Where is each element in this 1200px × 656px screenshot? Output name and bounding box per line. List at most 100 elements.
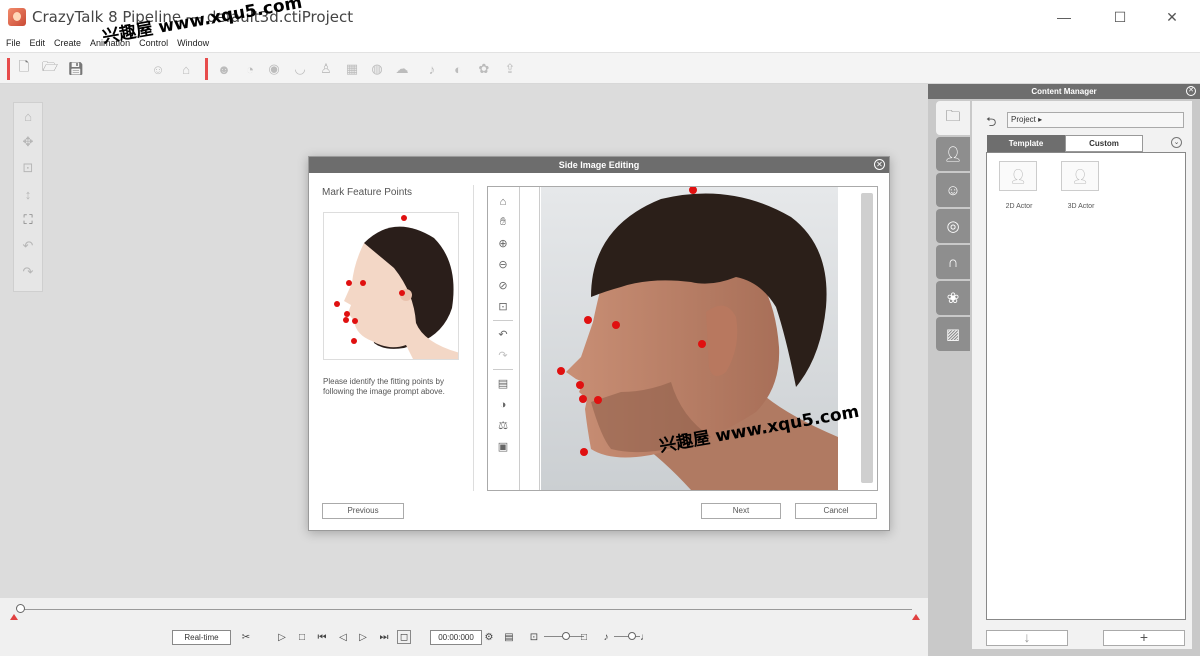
zoom-view-icon[interactable]: ⊡ xyxy=(528,630,540,644)
redo-icon[interactable]: ↷ xyxy=(488,345,518,366)
tab-template[interactable]: Template xyxy=(987,135,1065,152)
menu-create[interactable]: Create xyxy=(54,38,81,48)
volume-slider-track[interactable] xyxy=(614,636,640,637)
range-start-marker[interactable] xyxy=(10,614,18,620)
range-end-marker[interactable] xyxy=(912,614,920,620)
new-file-icon[interactable]: 🗋 xyxy=(14,59,34,79)
view-toolbar: ⌂ ✥ ⊡ ↕ ⛶ ↶ ↷ xyxy=(13,102,43,292)
toolbar-separator xyxy=(493,369,513,370)
export-icon[interactable]: ⇪ xyxy=(500,59,520,79)
fit-height-icon[interactable]: ↕ xyxy=(14,181,42,207)
frame-list-icon[interactable]: ▤ xyxy=(503,630,515,644)
pan-hand-icon[interactable]: ✋︎ xyxy=(488,212,518,233)
head-icon[interactable]: ◔ xyxy=(240,59,260,79)
zoom-end-icon: □ xyxy=(580,631,588,643)
realtime-button[interactable]: Real-time xyxy=(172,630,231,645)
crop-icon[interactable]: ▣ xyxy=(488,436,518,457)
character-tab[interactable]: ☺ xyxy=(936,173,970,207)
back-icon[interactable]: ⮌ xyxy=(986,113,996,135)
dialog-title: Side Image Editing xyxy=(558,160,640,170)
open-folder-icon[interactable]: 🗁 xyxy=(40,59,60,79)
stop-icon[interactable]: □ xyxy=(296,630,308,644)
fullscreen-icon[interactable]: ⛶ xyxy=(14,207,42,233)
undo-icon[interactable]: ↶ xyxy=(488,324,518,345)
menu-file[interactable]: File xyxy=(6,38,21,48)
maximize-button[interactable]: ☐ xyxy=(1092,0,1148,34)
timeline-track[interactable] xyxy=(20,609,912,610)
play-icon[interactable]: ▷ xyxy=(276,630,288,644)
cancel-button[interactable]: Cancel xyxy=(795,503,877,519)
mask-icon[interactable]: ◍ xyxy=(367,59,387,79)
content-manager-close-button[interactable]: ✕ xyxy=(1186,86,1196,96)
reference-image xyxy=(323,212,459,360)
background-icon[interactable]: ☁ xyxy=(392,59,412,79)
accessory-tab[interactable]: ❀ xyxy=(936,281,970,315)
zoom-icon[interactable]: ⊡ xyxy=(14,155,42,181)
hair-tab[interactable]: ∩ xyxy=(936,245,970,279)
brightness-icon[interactable]: ▤ xyxy=(488,373,518,394)
image-tab[interactable]: ▨ xyxy=(936,317,970,351)
last-frame-icon[interactable]: ⏭ xyxy=(378,630,390,644)
menu-edit[interactable]: Edit xyxy=(30,38,46,48)
loop-icon[interactable]: ◻ xyxy=(397,630,411,644)
minimize-button[interactable]: — xyxy=(1036,0,1092,34)
editor-scrollbar[interactable] xyxy=(861,193,873,483)
face-tab[interactable]: ◎ xyxy=(936,209,970,243)
previous-frame-icon[interactable]: ◁ xyxy=(337,630,349,644)
volume-mute-icon[interactable]: ♪ xyxy=(600,630,612,644)
zoom-in-icon[interactable]: ⊕ xyxy=(488,233,518,254)
reset-zoom-icon[interactable]: ⊘ xyxy=(488,275,518,296)
next-button[interactable]: Next xyxy=(701,503,781,519)
actor-icon[interactable]: ☺ xyxy=(148,59,168,79)
face-fitting-icon[interactable]: ☻ xyxy=(214,59,234,79)
dialog-close-button[interactable]: ✕ xyxy=(874,159,885,170)
eye-icon[interactable]: ◉ xyxy=(264,59,284,79)
path-breadcrumb[interactable]: Project ▸ xyxy=(1007,112,1184,128)
previous-button[interactable]: Previous xyxy=(322,503,404,519)
move-icon[interactable]: ✥ xyxy=(14,129,42,155)
texture-icon[interactable]: ▦ xyxy=(342,59,362,79)
list-item[interactable]: 👤︎ 3D Actor xyxy=(1061,161,1101,210)
download-button[interactable]: ↓ xyxy=(986,630,1068,646)
mouth-icon[interactable]: ◡ xyxy=(290,59,310,79)
tab-custom[interactable]: Custom xyxy=(1065,135,1143,152)
time-display[interactable]: 00:00:000 xyxy=(430,630,482,645)
timeline-panel: Real-time ✂ ▷ □ ⏮ ◁ ▷ ⏭ ◻ 00:00:000 ⚙ ▤ … xyxy=(0,598,928,656)
volume-slider-handle[interactable] xyxy=(628,632,636,640)
redo-icon[interactable]: ↷ xyxy=(14,259,42,285)
mirror-icon[interactable]: ⚖ xyxy=(488,415,518,436)
puppet-icon[interactable]: ✿ xyxy=(474,59,494,79)
collapse-icon[interactable]: ⌄ xyxy=(1171,137,1182,148)
undo-icon[interactable]: ↶ xyxy=(14,233,42,259)
time-settings-icon[interactable]: ⚙ xyxy=(483,630,495,644)
actor-3d-thumbnail: 👤︎ xyxy=(1061,161,1099,191)
next-frame-icon[interactable]: ▷ xyxy=(357,630,369,644)
content-list: 👤︎ 2D Actor 👤︎ 3D Actor xyxy=(986,152,1186,620)
motion-icon[interactable]: ◐ xyxy=(448,59,468,79)
content-manager-panel: Content Manager ✕ 🗀 👤︎ ☺ ◎ ∩ ❀ ▨ ⮌ Proje… xyxy=(928,84,1200,656)
audio-icon[interactable]: ♪ xyxy=(422,59,442,79)
actor-label: 3D Actor xyxy=(1067,203,1095,210)
body-icon[interactable]: ♙ xyxy=(316,59,336,79)
zoom-slider-handle[interactable] xyxy=(562,632,570,640)
list-item[interactable]: 👤︎ 2D Actor xyxy=(999,161,1039,210)
fit-icon[interactable]: ⊡ xyxy=(488,296,518,317)
playhead-handle[interactable] xyxy=(16,604,25,613)
mute-icon[interactable]: ✂ xyxy=(238,630,254,644)
close-button[interactable]: ✕ xyxy=(1144,0,1200,34)
editor-ruler xyxy=(520,187,540,490)
side-image-editing-dialog: Side Image Editing ✕ Mark Feature Points… xyxy=(308,156,890,531)
volume-icon: ♩ xyxy=(640,631,650,643)
menu-window[interactable]: Window xyxy=(177,38,209,48)
actor-tab[interactable]: 👤︎ xyxy=(936,137,970,171)
home-icon[interactable]: ⌂ xyxy=(14,103,42,129)
home-icon[interactable]: ⌂ xyxy=(488,191,518,212)
zoom-out-icon[interactable]: ⊖ xyxy=(488,254,518,275)
add-button[interactable]: + xyxy=(1103,630,1185,646)
first-frame-icon[interactable]: ⏮ xyxy=(316,630,328,644)
save-icon[interactable]: 💾︎ xyxy=(66,59,86,79)
contrast-icon[interactable]: ◑ xyxy=(488,394,518,415)
project-folder-tab[interactable]: 🗀 xyxy=(936,101,970,135)
content-manager-tabs: 🗀 👤︎ ☺ ◎ ∩ ❀ ▨ xyxy=(936,101,972,371)
scene-icon[interactable]: ⌂ xyxy=(176,59,196,79)
